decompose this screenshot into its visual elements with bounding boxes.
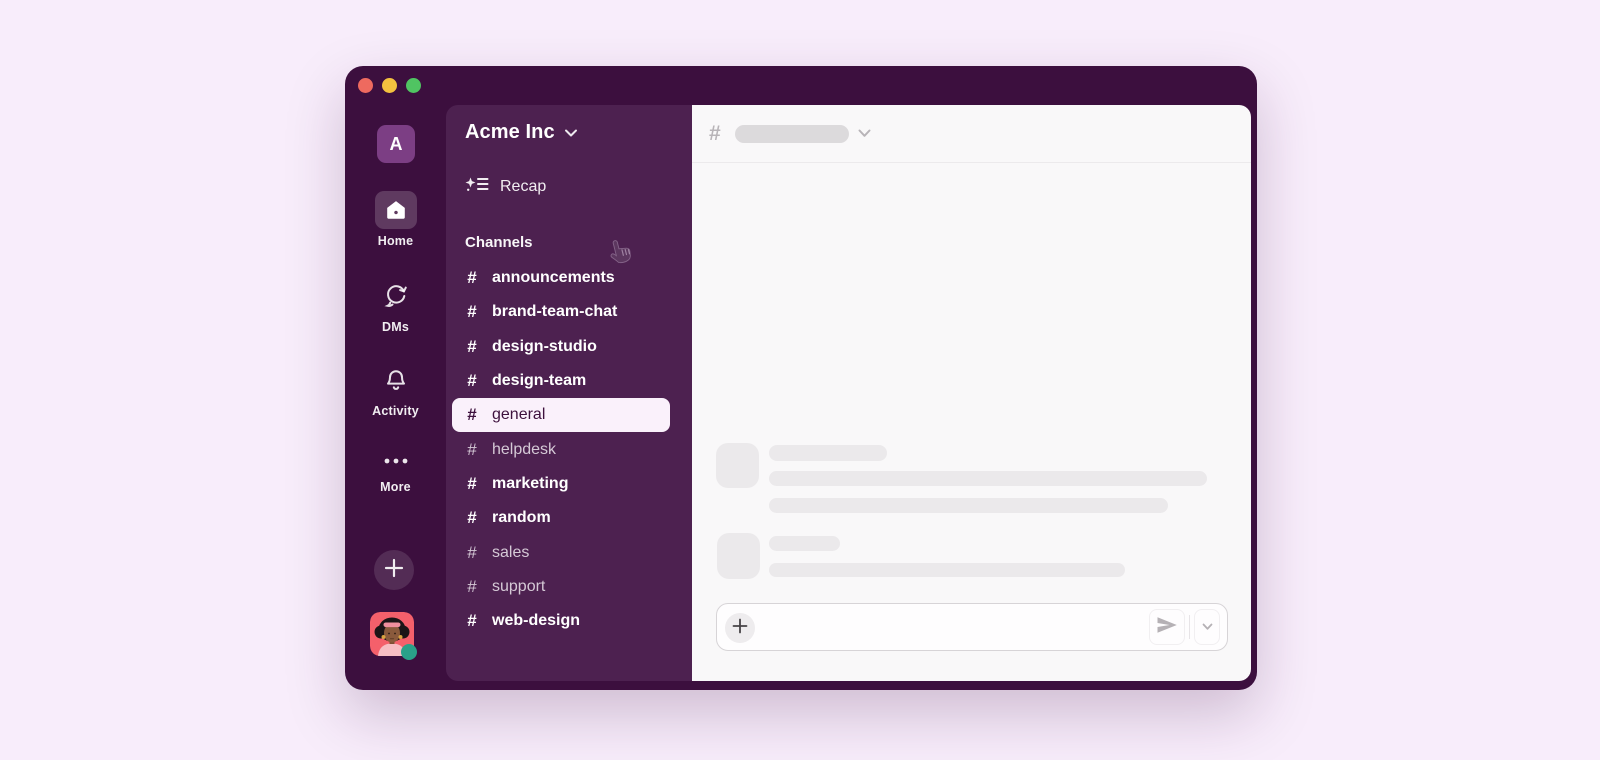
- message-avatar-skeleton: [716, 443, 759, 488]
- rail-item-label: DMs: [382, 320, 409, 334]
- sidebar-item-recap[interactable]: Recap: [458, 169, 680, 205]
- message-line-skeleton: [769, 498, 1168, 513]
- channels-section-heading[interactable]: Channels: [465, 234, 533, 251]
- channel-name: brand-team-chat: [492, 303, 617, 321]
- speech-bubble-icon: [383, 283, 409, 309]
- message-avatar-skeleton: [717, 533, 760, 579]
- paper-plane-icon: [1156, 616, 1178, 639]
- close-window-button[interactable]: [358, 78, 373, 93]
- workspace-panel: Acme Inc Recap Channels: [446, 105, 1251, 681]
- bell-icon: [383, 367, 409, 393]
- attach-button[interactable]: [725, 613, 755, 643]
- hash-icon: #: [465, 268, 479, 288]
- rail-item-home[interactable]: Home: [345, 191, 446, 248]
- hash-icon: #: [465, 440, 479, 460]
- hash-icon: #: [465, 405, 479, 425]
- message-pane: #: [692, 105, 1251, 681]
- hash-icon: #: [465, 508, 479, 528]
- user-profile-button[interactable]: [370, 612, 414, 656]
- channel-item-marketing[interactable]: # marketing: [452, 467, 670, 501]
- rail-item-activity[interactable]: Activity: [345, 361, 446, 418]
- send-controls: [1149, 609, 1220, 645]
- workspace-switcher[interactable]: Acme Inc: [465, 121, 578, 144]
- dms-button[interactable]: [375, 277, 417, 315]
- channel-name: design-studio: [492, 338, 597, 356]
- message-line-skeleton: [769, 471, 1207, 486]
- channel-name: announcements: [492, 269, 615, 287]
- app-window: A Home DMs: [345, 66, 1257, 690]
- channel-name: web-design: [492, 612, 580, 630]
- channel-list: # announcements # brand-team-chat # design-st…: [452, 261, 670, 638]
- rail-item-label: Home: [378, 234, 414, 248]
- chevron-down-icon: [1202, 618, 1213, 636]
- channel-name: helpdesk: [492, 441, 556, 459]
- app-rail: A Home DMs: [345, 105, 446, 690]
- minimize-window-button[interactable]: [382, 78, 397, 93]
- presence-indicator: [401, 644, 417, 660]
- zoom-window-button[interactable]: [406, 78, 421, 93]
- channel-item-random[interactable]: # random: [452, 501, 670, 535]
- workspace-avatar[interactable]: A: [377, 125, 415, 163]
- hash-icon: #: [465, 474, 479, 494]
- send-options-button[interactable]: [1194, 609, 1220, 645]
- channel-item-support[interactable]: # support: [452, 570, 670, 604]
- message-author-skeleton: [769, 445, 887, 461]
- more-button[interactable]: [375, 447, 417, 475]
- hash-icon: #: [465, 611, 479, 631]
- message-composer[interactable]: [716, 603, 1228, 651]
- workspace-name: Acme Inc: [465, 121, 555, 144]
- activity-button[interactable]: [375, 361, 417, 399]
- hash-icon: #: [465, 577, 479, 597]
- sidebar-item-label: Recap: [500, 178, 546, 196]
- hash-icon: #: [465, 543, 479, 563]
- rail-item-label: Activity: [372, 404, 419, 418]
- hash-icon: #: [465, 371, 479, 391]
- channel-item-helpdesk[interactable]: # helpdesk: [452, 432, 670, 466]
- channel-name: general: [492, 406, 545, 424]
- message-author-skeleton: [769, 536, 840, 551]
- home-icon: [384, 198, 408, 222]
- channel-header[interactable]: #: [692, 105, 1251, 163]
- channel-name: random: [492, 509, 551, 527]
- rail-item-dms[interactable]: DMs: [345, 277, 446, 334]
- channel-name: design-team: [492, 372, 586, 390]
- plus-icon: [732, 618, 748, 639]
- chevron-down-icon: [564, 121, 578, 144]
- channel-sidebar: Acme Inc Recap Channels: [446, 105, 692, 681]
- channel-item-general[interactable]: # general: [452, 398, 670, 432]
- channel-title-skeleton: [735, 125, 849, 143]
- channel-item-announcements[interactable]: # announcements: [452, 261, 670, 295]
- hash-icon: #: [709, 122, 721, 146]
- channel-name: sales: [492, 544, 529, 562]
- message-line-skeleton: [769, 563, 1125, 577]
- add-workspace-button[interactable]: [374, 550, 414, 590]
- channel-item-sales[interactable]: # sales: [452, 535, 670, 569]
- plus-icon: [383, 557, 405, 584]
- ellipsis-icon: [383, 457, 409, 465]
- channel-name: support: [492, 578, 545, 596]
- rail-item-label: More: [380, 480, 411, 494]
- send-button[interactable]: [1149, 609, 1185, 645]
- channel-item-web-design[interactable]: # web-design: [452, 604, 670, 638]
- rail-item-more[interactable]: More: [345, 447, 446, 494]
- channel-name: marketing: [492, 475, 568, 493]
- window-controls: [358, 78, 421, 93]
- chevron-down-icon: [849, 125, 871, 143]
- sparkles-list-icon: [465, 177, 489, 197]
- channel-item-design-team[interactable]: # design-team: [452, 364, 670, 398]
- channel-item-design-studio[interactable]: # design-studio: [452, 330, 670, 364]
- channel-item-brand-team-chat[interactable]: # brand-team-chat: [452, 295, 670, 329]
- divider: [1189, 615, 1190, 639]
- hash-icon: #: [465, 302, 479, 322]
- home-button[interactable]: [375, 191, 417, 229]
- hash-icon: #: [465, 337, 479, 357]
